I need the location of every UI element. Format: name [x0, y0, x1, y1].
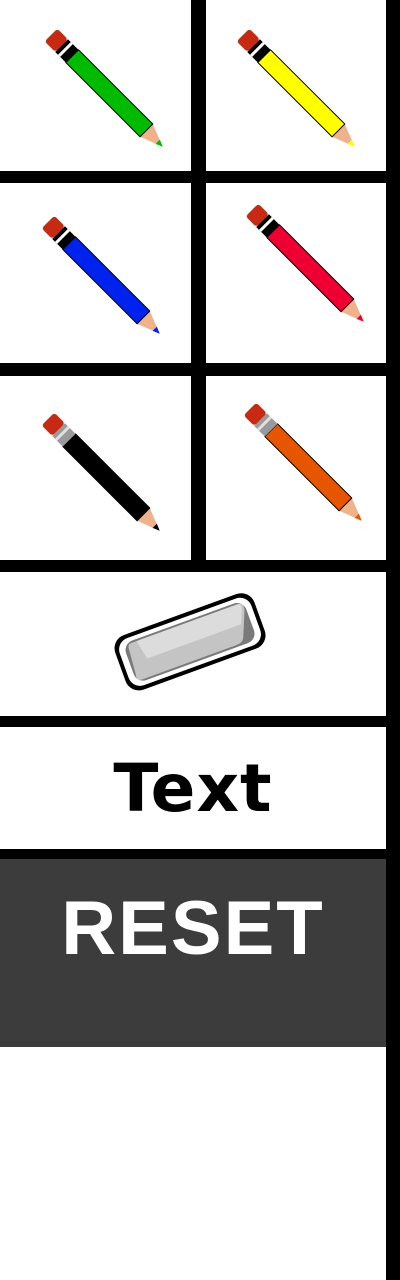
separator-row-1 [0, 171, 386, 183]
pencil-yellow-button[interactable] [206, 0, 386, 171]
pencil-red-button[interactable] [206, 183, 386, 363]
pencil-blue-icon [42, 216, 160, 334]
reset-button[interactable]: RESET [0, 859, 386, 1047]
eraser-button[interactable] [0, 572, 386, 716]
pencil-blue-button[interactable] [0, 183, 191, 363]
panel-right-border [386, 0, 400, 1280]
pencil-black-button[interactable] [0, 376, 191, 560]
separator-vertical [191, 0, 206, 560]
separator-row-4 [0, 716, 386, 727]
pencil-orange-icon [244, 403, 362, 521]
separator-row-2 [0, 363, 386, 376]
separator-row-5 [0, 849, 386, 859]
text-tool-label: Text [113, 749, 273, 827]
pencil-orange-button[interactable] [206, 376, 386, 560]
pencil-green-button[interactable] [0, 0, 191, 171]
pencil-black-icon [42, 413, 160, 531]
pencil-yellow-icon [237, 29, 355, 147]
pencil-green-icon [45, 29, 163, 147]
text-tool-button[interactable]: Text [0, 727, 386, 849]
pencil-red-icon [246, 204, 364, 322]
reset-label: RESET [61, 886, 325, 971]
eraser-icon [114, 593, 266, 691]
separator-row-3 [0, 560, 386, 572]
blank-panel [0, 1047, 386, 1280]
